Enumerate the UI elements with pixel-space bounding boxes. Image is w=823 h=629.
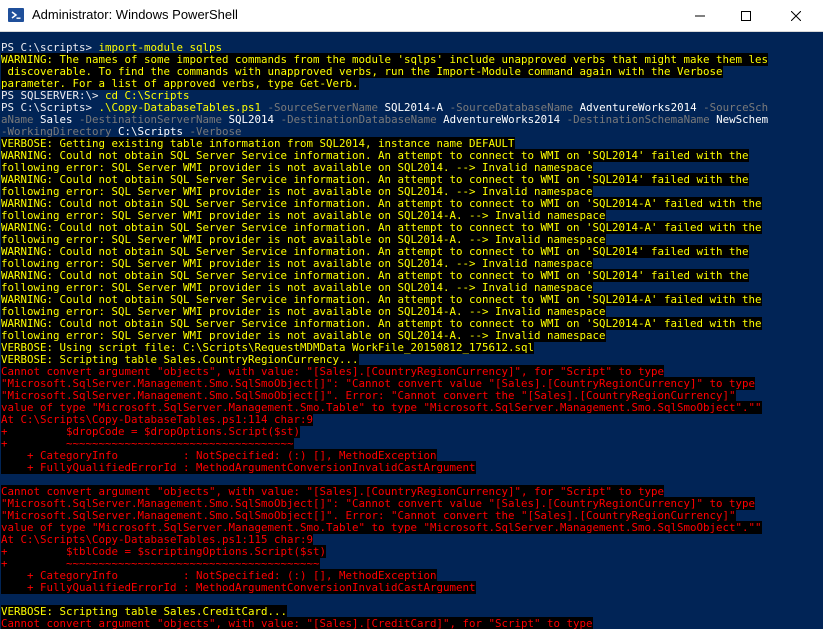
console-output[interactable]: PS C:\scripts> import-module sqlps WARNIN…: [0, 32, 823, 629]
console-text: AdventureWorks2014: [443, 113, 561, 126]
minimize-button[interactable]: [677, 0, 723, 31]
console-lines: PS C:\scripts> import-module sqlps WARNIN…: [1, 42, 768, 629]
console-text: + FullyQualifiedErrorId : MethodArgument…: [1, 461, 476, 474]
console-text: + FullyQualifiedErrorId : MethodArgument…: [1, 581, 476, 594]
title-bar[interactable]: Administrator: Windows PowerShell: [0, 0, 823, 32]
close-button[interactable]: [769, 0, 823, 31]
maximize-icon: [741, 10, 751, 21]
maximize-button[interactable]: [723, 0, 769, 31]
console-line: Cannot convert argument "objects", with …: [1, 617, 768, 629]
console-line: + FullyQualifiedErrorId : MethodArgument…: [1, 461, 768, 474]
console-text: NewSchem: [716, 113, 769, 126]
powershell-icon: [8, 8, 24, 22]
console-text: Cannot convert argument "objects", with …: [1, 617, 593, 629]
console-text: -DestinationDatabaseName: [274, 113, 444, 126]
close-icon: [791, 10, 801, 21]
console-line: + FullyQualifiedErrorId : MethodArgument…: [1, 581, 768, 594]
console-text: -DestinationSchemaName: [560, 113, 717, 126]
window-title: Administrator: Windows PowerShell: [32, 7, 238, 22]
minimize-icon: [695, 15, 705, 16]
